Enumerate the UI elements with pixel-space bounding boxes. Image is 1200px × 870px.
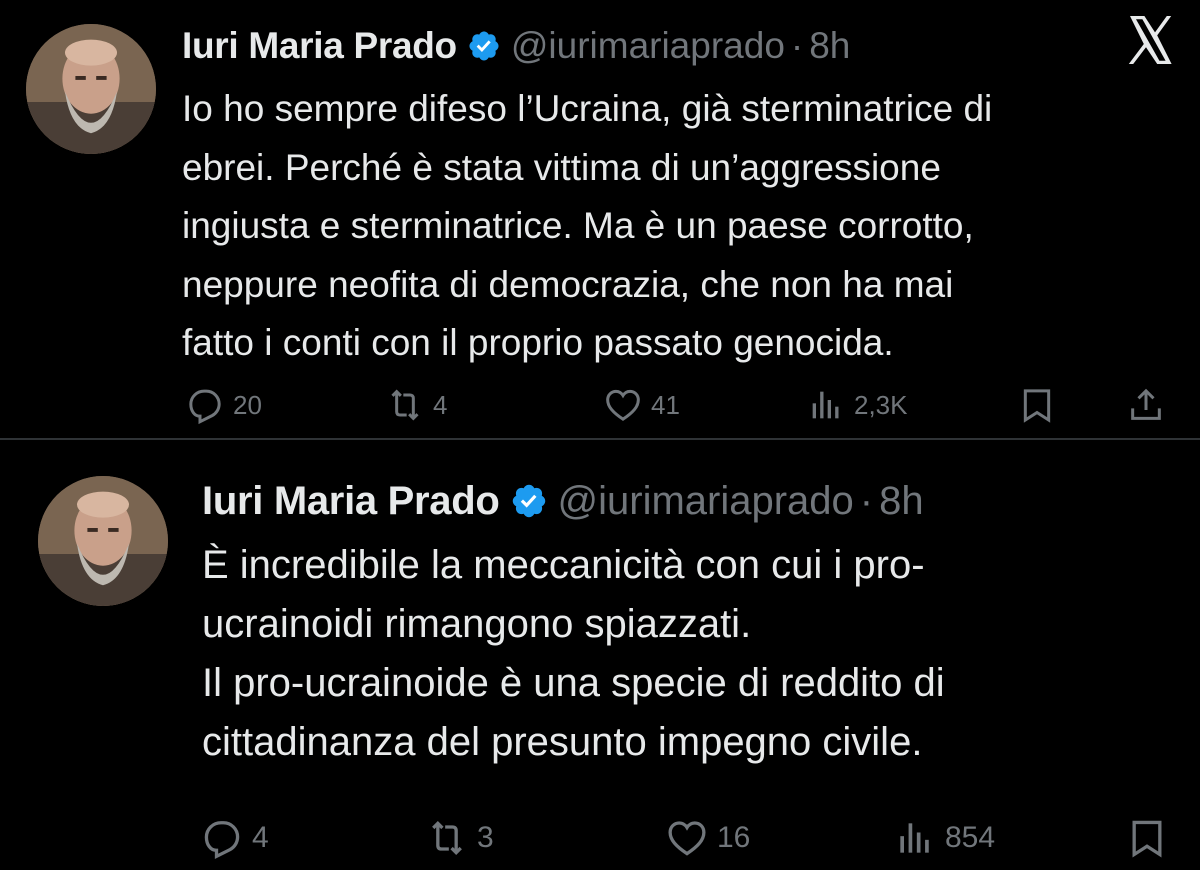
like-count: 41 [651,389,680,420]
timestamp[interactable]: 8h [879,479,924,524]
share-icon [1131,388,1161,420]
share-button[interactable] [1126,385,1166,425]
tweet-1[interactable]: Iuri Maria Prado @iurimariaprado · 8h Io… [0,0,1200,440]
heart-icon [668,821,706,856]
like-button[interactable]: 41 [603,385,680,425]
tweet-text: Io ho sempre difeso l’Ucraina, già sterm… [182,88,993,363]
verified-badge-icon [510,482,548,520]
author-name[interactable]: Iuri Maria Prado [202,479,500,524]
tweet-actions: 4 3 16 854 [0,816,1200,866]
tweet-header: Iuri Maria Prado @iurimariaprado · 8h [202,475,924,527]
tweet-text: È incredibile la meccanicità con cui i p… [202,543,945,764]
reply-count: 20 [233,389,262,420]
bookmark-icon [1132,820,1162,858]
views-count: 2,3K [854,389,908,420]
reply-button[interactable]: 20 [185,385,262,425]
reply-button[interactable]: 4 [200,816,269,860]
avatar[interactable] [38,476,168,606]
repost-icon [391,389,419,421]
tweet-2[interactable]: Iuri Maria Prado @iurimariaprado · 8h È … [0,441,1200,870]
separator-dot: · [790,25,804,66]
tweet-header: Iuri Maria Prado @iurimariaprado · 8h [182,20,850,72]
bookmark-button[interactable] [1017,385,1057,425]
reply-count: 4 [252,821,269,854]
reply-icon [204,821,240,860]
bookmark-icon [1023,389,1051,423]
like-button[interactable]: 16 [665,816,750,860]
like-count: 16 [717,821,751,854]
timestamp[interactable]: 8h [809,25,850,67]
avatar[interactable] [26,24,156,154]
repost-count: 3 [477,821,494,854]
views-icon [900,823,929,853]
repost-button[interactable]: 3 [425,816,494,860]
reply-icon [189,389,221,425]
views-count: 854 [945,821,996,854]
tweet-actions: 20 4 41 2,3K [0,385,1200,429]
views-button[interactable]: 2,3K [806,385,908,425]
author-handle[interactable]: @iurimariaprado [558,479,854,524]
repost-button[interactable]: 4 [385,385,447,425]
views-button[interactable]: 854 [893,816,995,860]
verified-badge-icon [467,29,501,63]
tweet-divider [0,438,1200,440]
views-icon [812,391,839,419]
repost-icon [432,820,462,856]
separator-dot: · [859,478,874,523]
author-name[interactable]: Iuri Maria Prado [182,25,457,67]
bookmark-button[interactable] [1125,816,1169,860]
screenshot-page: Iuri Maria Prado @iurimariaprado · 8h Io… [0,0,1200,870]
author-handle[interactable]: @iurimariaprado [511,25,785,67]
repost-count: 4 [433,389,448,420]
heart-icon [606,389,640,421]
